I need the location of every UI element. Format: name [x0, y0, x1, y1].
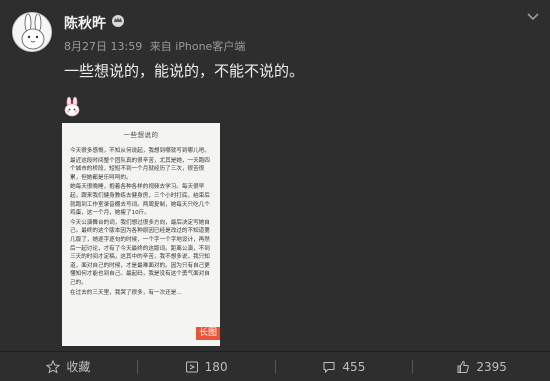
post-meta: 8月27日 13:59 来自 iPhone客户端 — [64, 38, 249, 54]
long-image-thumbnail[interactable]: 一些想说的 今天很多感慨，不知从何说起，我想到哪就写到哪儿吧。 最近这段时间整个… — [62, 123, 220, 346]
repost-button[interactable]: 180 — [138, 360, 275, 374]
long-image-badge: 长图 — [195, 327, 220, 340]
avatar[interactable] — [12, 12, 52, 52]
doc-body: 今天很多感慨，不知从何说起，我想到哪就写到哪儿吧。 最近这段时间整个团队真的很辛… — [62, 139, 220, 297]
favorite-button[interactable]: 收藏 — [0, 358, 137, 375]
user-name[interactable]: 陈秋旿 — [64, 13, 106, 33]
post-date[interactable]: 8月27日 13:59 — [64, 40, 142, 53]
favorite-label: 收藏 — [66, 360, 91, 374]
doc-paragraph: 最近这段时间整个团队真的很辛苦，尤其是她，一天跑四个城市的桥段，短短不到一个月就… — [70, 157, 210, 181]
comment-icon — [323, 361, 335, 373]
like-count: 2395 — [476, 359, 507, 374]
crown-badge-icon — [112, 15, 124, 27]
star-icon — [46, 359, 61, 374]
weibo-post-card: 陈秋旿 8月27日 13:59 来自 iPhone客户端 一些想说的，能说的，不… — [0, 0, 550, 381]
bunny-avatar-icon — [13, 13, 51, 51]
comment-count: 455 — [342, 359, 366, 374]
action-bar: 收藏 180 455 2395 — [0, 352, 550, 381]
like-button[interactable]: 2395 — [413, 360, 550, 374]
doc-title: 一些想说的 — [123, 131, 159, 139]
doc-paragraph: 今天公演舞台的词，我们想过很多方向，最后决定写她自己。最终的这个版本因为各种原因… — [70, 219, 210, 286]
bunny-emoji-icon — [64, 97, 80, 117]
repost-icon — [185, 361, 198, 372]
doc-paragraph: 她每天很晚睡，抱着各种各样的视频去学习。每天很早起，跟来我们健身教练去健身房，三… — [70, 184, 210, 217]
thumbs-up-icon — [457, 360, 470, 373]
doc-paragraph: 在过去的三天里，我哭了很多，有一次还是… — [70, 289, 182, 296]
chevron-down-icon[interactable] — [526, 10, 540, 24]
doc-paragraph: 今天很多感慨，不知从何说起，我想到哪就写到哪儿吧。 — [70, 148, 210, 154]
post-text: 一些想说的，能说的，不能不说的。 — [64, 62, 305, 80]
post-source[interactable]: 来自 iPhone客户端 — [150, 40, 246, 53]
comment-button[interactable]: 455 — [276, 360, 413, 374]
repost-count: 180 — [204, 359, 228, 374]
